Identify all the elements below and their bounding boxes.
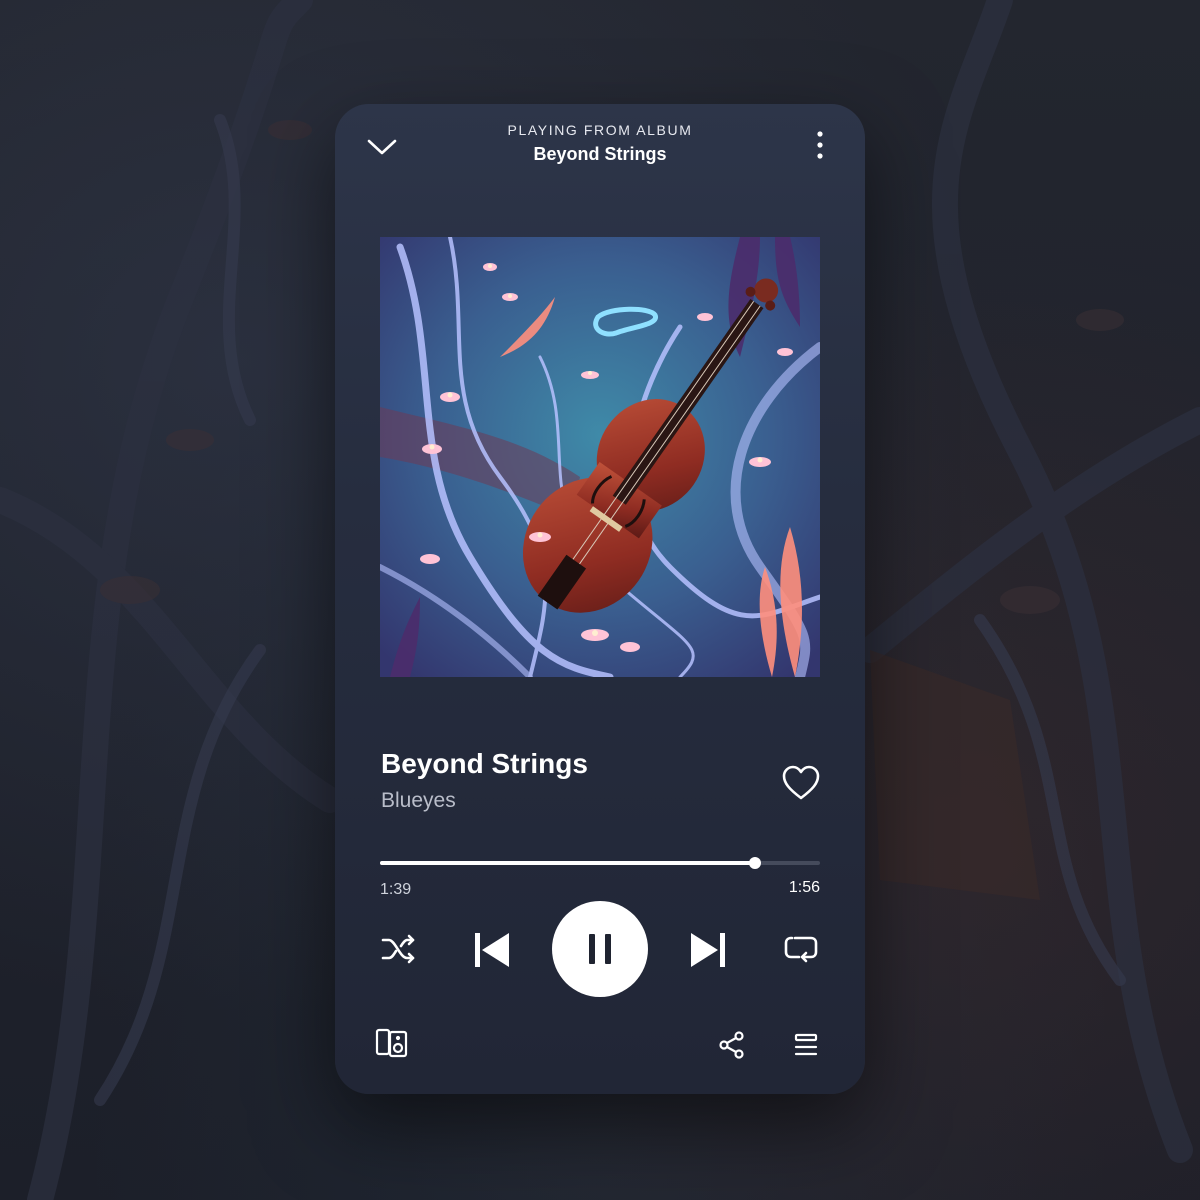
repeat-icon[interactable]	[783, 932, 819, 966]
context-name[interactable]: Beyond Strings	[455, 144, 745, 165]
skip-previous-icon[interactable]	[473, 931, 511, 969]
progress-fill	[380, 861, 756, 865]
pause-icon	[589, 934, 611, 964]
track-artist[interactable]: Blueyes	[381, 789, 456, 813]
now-playing-panel: PLAYING FROM ALBUM Beyond Strings Beyond…	[335, 104, 865, 1094]
progress-slider[interactable]	[380, 856, 820, 870]
album-cover-violin-illustration	[380, 237, 820, 677]
total-duration: 1:56	[788, 879, 820, 896]
play-pause-button[interactable]	[552, 901, 648, 997]
track-title[interactable]: Beyond Strings	[381, 748, 588, 780]
album-cover	[380, 237, 820, 677]
more-vertical-icon[interactable]	[811, 128, 829, 162]
heart-icon[interactable]	[781, 764, 821, 802]
shuffle-icon[interactable]	[380, 933, 418, 965]
chevron-down-icon[interactable]	[365, 134, 399, 158]
connect-devices-icon[interactable]	[375, 1027, 409, 1059]
queue-icon[interactable]	[793, 1033, 819, 1057]
share-icon[interactable]	[719, 1031, 745, 1059]
context-label: PLAYING FROM ALBUM	[507, 122, 693, 138]
skip-next-icon[interactable]	[689, 931, 727, 969]
playing-context: PLAYING FROM ALBUM Beyond Strings	[455, 122, 745, 165]
elapsed-time: 1:39	[380, 881, 412, 898]
progress-handle[interactable]	[749, 857, 762, 869]
